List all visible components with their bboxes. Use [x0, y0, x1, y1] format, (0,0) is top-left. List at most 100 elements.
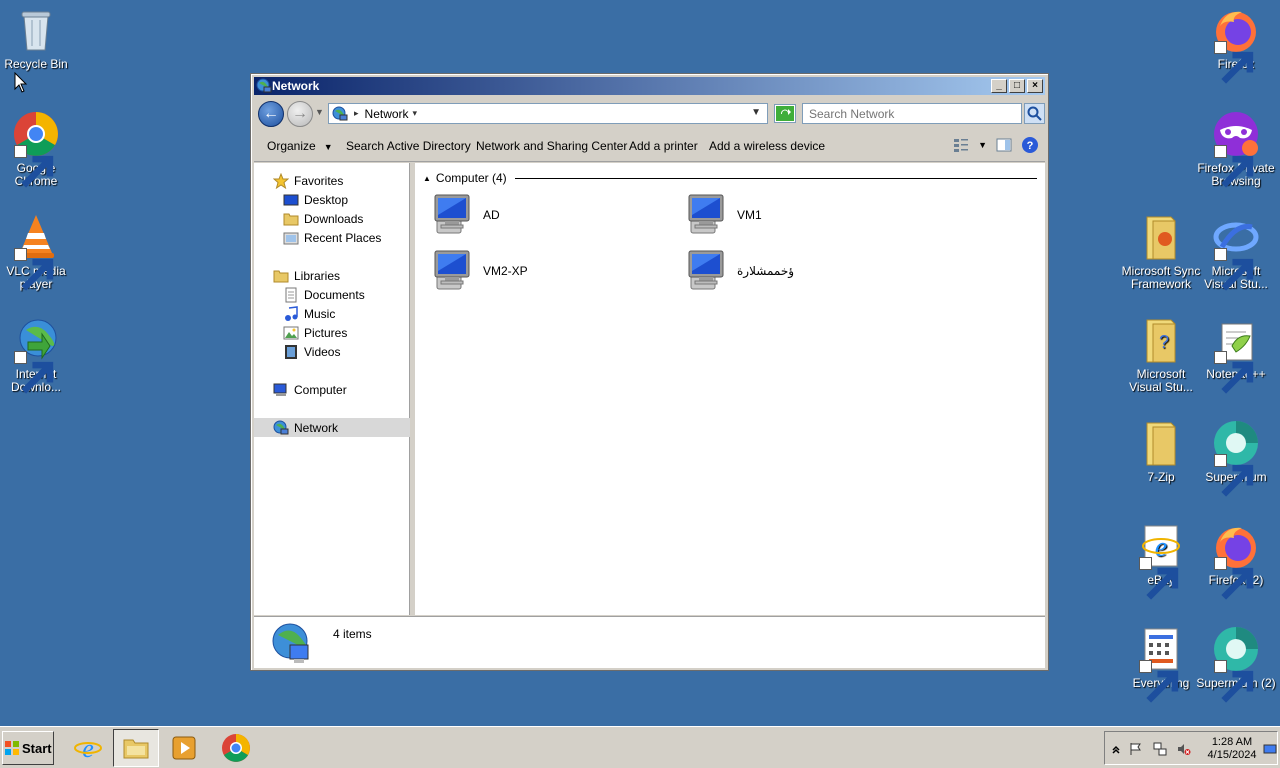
start-button[interactable]: Start [2, 731, 54, 765]
firefox-private-icon [1212, 110, 1260, 188]
nav-item-music[interactable]: Music [254, 304, 410, 323]
computer-name: ؤخممشلارة [737, 264, 795, 278]
shortcut-arrow-icon [14, 351, 54, 394]
add-printer-button[interactable]: Add a printer [629, 139, 698, 153]
desktop-icon-ebay[interactable]: e eBay [1121, 522, 1201, 600]
mouse-cursor-icon [14, 71, 28, 94]
action-center-flag-icon[interactable] [1129, 742, 1143, 756]
help-icon[interactable]: ? [1021, 136, 1039, 154]
desktop-icon-supermium-2[interactable]: Supermium (2) [1196, 625, 1276, 703]
nav-item-label: Videos [304, 344, 341, 359]
search-button[interactable] [1024, 103, 1045, 124]
preview-pane-icon[interactable] [995, 136, 1013, 154]
nav-item-pictures[interactable]: Pictures [254, 323, 410, 342]
back-button[interactable]: ← [258, 101, 284, 127]
nav-item-label: Documents [304, 287, 365, 302]
desktop-icon-7zip[interactable]: 7-Zip [1121, 419, 1201, 484]
desktop-icon-firefox-private[interactable]: Firefox Private Browsing [1196, 110, 1276, 188]
explorer-window[interactable]: Network _ □ × ← → ▼ ▸ Network ▾ ▼ Organi… [250, 73, 1049, 671]
network-computer-item[interactable]: ؤخممشلارة [685, 249, 905, 293]
shortcut-arrow-icon [1214, 41, 1254, 84]
clock[interactable]: 1:28 AM 4/15/2024 [1203, 736, 1261, 762]
network-computer-item[interactable]: VM1 [685, 193, 905, 237]
search-icon [1027, 106, 1042, 121]
vlc-icon [12, 213, 60, 291]
nav-item-documents[interactable]: Documents [254, 285, 410, 304]
item-count: 4 items [333, 627, 372, 641]
folder-icon [1137, 213, 1185, 261]
desktop-icon-microsoft-sync-framework[interactable]: Microsoft Sync Framework [1121, 213, 1201, 291]
desktop-icon-notepadpp[interactable]: Notepad++ [1196, 316, 1276, 394]
windows-logo-icon [5, 741, 19, 755]
nav-item-favorites[interactable]: Favorites [254, 171, 410, 190]
desktop-icon-label: 7-Zip [1147, 470, 1175, 484]
navigation-pane: Favorites Desktop Downloads Recent Place… [254, 163, 410, 615]
address-row: ← → ▼ ▸ Network ▾ ▼ [254, 98, 1045, 128]
close-button[interactable]: × [1027, 79, 1043, 93]
window-titlebar[interactable]: Network _ □ × [254, 77, 1045, 95]
maximize-button[interactable]: □ [1009, 79, 1025, 93]
nav-item-computer[interactable]: Computer [254, 380, 410, 399]
search-input[interactable] [802, 103, 1022, 124]
nav-item-label: Desktop [304, 192, 349, 207]
recent-pages-dropdown[interactable]: ▼ [315, 107, 324, 117]
nav-item-desktop[interactable]: Desktop [254, 190, 410, 209]
chevron-down-icon[interactable]: ▾ [413, 108, 418, 119]
chevron-right-icon[interactable]: ▸ [354, 108, 359, 119]
breadcrumb-network[interactable]: Network [365, 107, 409, 121]
nav-item-label: Libraries [294, 268, 341, 283]
nav-item-recent-places[interactable]: Recent Places [254, 228, 410, 247]
change-view-icon[interactable] [952, 136, 970, 154]
details-pane: 4 items [254, 616, 1045, 668]
computer-name: AD [483, 208, 500, 222]
computer-icon [431, 193, 479, 237]
nav-item-videos[interactable]: Videos [254, 342, 410, 361]
refresh-button[interactable] [774, 104, 796, 123]
desktop-icon-microsoft-visual-studio-1[interactable]: Microsoft Visual Stu... [1196, 213, 1276, 291]
address-history-dropdown[interactable]: ▼ [751, 107, 761, 118]
shortcut-arrow-icon [1139, 660, 1179, 703]
group-header-computer[interactable]: ▲ Computer (4) [423, 171, 1037, 185]
network-icon [332, 106, 348, 122]
desktop-icon-vlc[interactable]: VLC media player [0, 213, 76, 291]
ie-icon: e [1137, 522, 1185, 600]
taskbar-media-player[interactable] [161, 729, 207, 767]
address-bar[interactable]: ▸ Network ▾ ▼ [328, 103, 768, 124]
network-icon [273, 420, 289, 436]
desktop-icon-google-chrome[interactable]: Google Chrome [0, 110, 76, 188]
taskbar-internet-explorer[interactable]: e [65, 729, 111, 767]
nav-item-downloads[interactable]: Downloads [254, 209, 410, 228]
network-sharing-center-button[interactable]: Network and Sharing Center [476, 139, 627, 153]
nav-item-network[interactable]: Network [254, 418, 410, 437]
view-dropdown-icon[interactable]: ▼ [978, 140, 987, 150]
desktop-icon-everything[interactable]: Everything [1121, 625, 1201, 703]
nav-item-label: Favorites [294, 173, 344, 188]
network-tray-icon[interactable] [1153, 742, 1167, 756]
videos-icon [283, 344, 299, 360]
nav-item-libraries[interactable]: Libraries [254, 266, 410, 285]
network-computer-item[interactable]: AD [431, 193, 651, 237]
minimize-button[interactable]: _ [991, 79, 1007, 93]
volume-muted-icon[interactable] [1177, 742, 1191, 756]
shortcut-arrow-icon [14, 248, 54, 291]
desktop-icon-microsoft-visual-studio-2[interactable]: ? Microsoft Visual Stu... [1121, 316, 1201, 394]
svg-text:?: ? [1159, 332, 1169, 352]
collapse-triangle-icon[interactable]: ▲ [423, 174, 431, 183]
forward-button[interactable]: → [287, 101, 313, 127]
organize-button[interactable]: Organize ▼ [267, 139, 333, 153]
show-hidden-icons-icon[interactable] [1109, 742, 1123, 756]
taskbar-windows-explorer[interactable] [113, 729, 159, 767]
shortcut-arrow-icon [1214, 248, 1254, 291]
show-desktop-icon[interactable] [1263, 742, 1277, 756]
desktop-icon-internet-download-manager[interactable]: Internet Downlo... [0, 316, 76, 394]
add-wireless-device-button[interactable]: Add a wireless device [709, 139, 825, 153]
desktop-icon-supermium[interactable]: Supermium [1196, 419, 1276, 497]
desktop-icon-firefox-2[interactable]: Firefox (2) [1196, 522, 1276, 600]
network-computer-item[interactable]: VM2-XP [431, 249, 651, 293]
search-active-directory-button[interactable]: Search Active Directory [346, 139, 471, 153]
shortcut-arrow-icon [1214, 660, 1254, 703]
desktop-icon-recycle-bin[interactable]: Recycle Bin [0, 6, 76, 71]
taskbar-chrome[interactable] [213, 729, 259, 767]
documents-icon [283, 287, 299, 303]
desktop-icon-firefox[interactable]: Firefox [1196, 6, 1276, 84]
